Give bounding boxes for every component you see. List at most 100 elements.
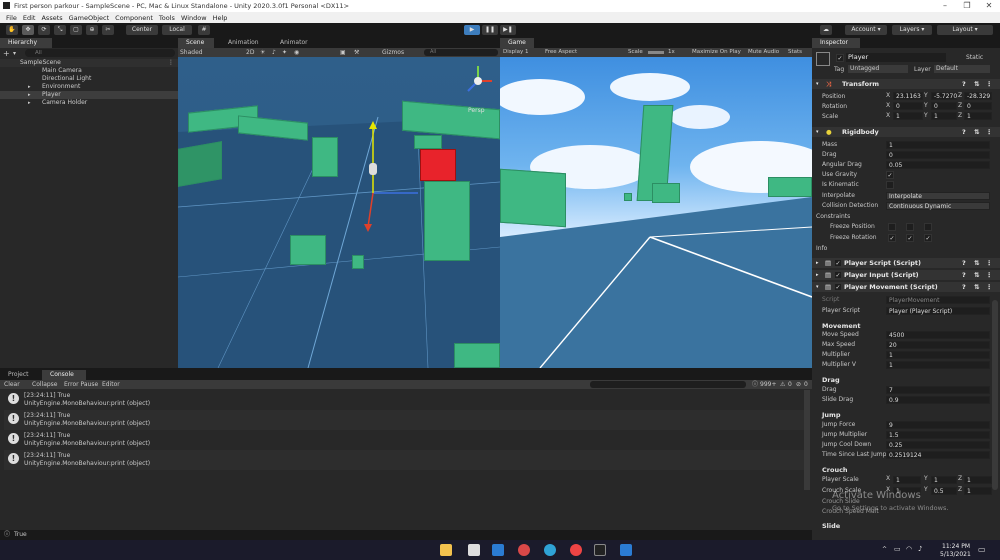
pivot-local-button[interactable]: Local	[162, 25, 192, 35]
dropdown-icon[interactable]: ▾	[13, 50, 16, 57]
add-icon[interactable]: +	[3, 49, 10, 58]
collapse-arrow-icon[interactable]: ▾	[816, 79, 819, 89]
vscode-icon[interactable]	[620, 544, 632, 556]
log-count-icon[interactable]: ⓘ	[752, 380, 758, 389]
selected-red-block[interactable]	[420, 149, 456, 181]
tab-console[interactable]: Console	[42, 370, 86, 380]
scene-viewport[interactable]: Persp	[178, 57, 500, 368]
component-header-player-script[interactable]: ▸ ▤ ✓ Player Script (Script) ? ⇅ ⋮	[812, 258, 1000, 268]
account-dropdown[interactable]: Account ▾	[845, 25, 887, 35]
component-enabled-checkbox[interactable]: ✓	[834, 271, 842, 279]
active-checkbox[interactable]: ✓	[836, 54, 844, 62]
collision-dropdown[interactable]: Continuous Dynamic	[886, 202, 990, 210]
player-scale-z-field[interactable]: 1	[964, 476, 992, 484]
tab-animation[interactable]: Animation	[220, 38, 266, 48]
component-enabled-checkbox[interactable]: ✓	[834, 283, 842, 291]
help-icon[interactable]: ?	[962, 270, 966, 280]
position-x-field[interactable]: 23.1163	[893, 92, 923, 100]
console-log-entry[interactable]: ! [23:24:11] True UnityEngine.MonoBehavi…	[4, 390, 804, 410]
freeze-pos-z-checkbox[interactable]	[924, 223, 932, 231]
unity-hub-icon[interactable]	[594, 544, 606, 556]
jump-force-field[interactable]: 9	[886, 421, 990, 429]
pause-button[interactable]: ❚❚	[482, 25, 498, 35]
component-header-player-input[interactable]: ▸ ▤ ✓ Player Input (Script) ? ⇅ ⋮	[812, 270, 1000, 280]
jump-cooldown-field[interactable]: 0.25	[886, 441, 990, 449]
console-scrollbar[interactable]	[804, 390, 810, 490]
use-gravity-checkbox[interactable]: ✓	[886, 171, 894, 179]
scale-y-field[interactable]: 1	[931, 112, 957, 120]
multiplier-v-field[interactable]: 1	[886, 361, 990, 369]
collab-icon[interactable]: ☁	[820, 25, 832, 35]
volume-icon[interactable]: ♪	[918, 545, 922, 553]
grid-snap-icon[interactable]: #	[198, 25, 210, 35]
player-scale-x-field[interactable]: 1	[893, 476, 921, 484]
slide-drag-field[interactable]: 0.9	[886, 396, 990, 404]
mass-field[interactable]: 1	[886, 141, 990, 149]
menu-window[interactable]: Window	[181, 14, 207, 22]
camera-icon[interactable]: ▣	[340, 49, 346, 56]
menu-gameobject[interactable]: GameObject	[69, 14, 110, 22]
game-viewport[interactable]	[500, 57, 812, 368]
expand-arrow-icon[interactable]: ▸	[28, 91, 31, 99]
preset-icon[interactable]: ⇅	[974, 270, 979, 280]
browser-icon[interactable]	[518, 544, 530, 556]
crouch-scale-z-field[interactable]: 1	[964, 487, 992, 495]
tab-project[interactable]: Project	[0, 370, 40, 380]
help-icon[interactable]: ?	[962, 79, 966, 89]
hierarchy-search-input[interactable]: All	[25, 49, 175, 57]
tab-game[interactable]: Game	[500, 38, 534, 48]
rigidbody-header[interactable]: ▾ ● Rigidbody ? ⇅ ⋮	[812, 127, 1000, 137]
static-dropdown[interactable]: Static	[966, 54, 983, 61]
mv-drag-field[interactable]: 7	[886, 386, 990, 394]
drag-field[interactable]: 0	[886, 151, 990, 159]
audio-icon[interactable]: ♪	[272, 49, 276, 56]
tray-chevron-icon[interactable]: ^	[882, 546, 887, 553]
collapse-button[interactable]: Collapse	[32, 380, 58, 389]
network-icon[interactable]: ▭	[894, 545, 901, 553]
hierarchy-item[interactable]: Directional Light	[0, 75, 178, 83]
gizmos-dropdown[interactable]: Gizmos	[382, 49, 404, 56]
hierarchy-item-selected[interactable]: ▸ Player	[0, 91, 178, 99]
player-scale-y-field[interactable]: 1	[931, 476, 957, 484]
rotation-y-field[interactable]: 0	[931, 102, 957, 110]
transform-tool-icon[interactable]: ⊕	[86, 25, 98, 35]
position-z-field[interactable]: -28.329	[964, 92, 992, 100]
component-menu-icon[interactable]: ⋮	[986, 270, 993, 280]
expand-arrow-icon[interactable]: ▸	[28, 83, 31, 91]
error-pause-button[interactable]: Error Pause	[64, 380, 98, 389]
minimize-icon[interactable]: –	[934, 0, 956, 12]
scale-slider[interactable]	[648, 51, 664, 54]
is-kinematic-checkbox[interactable]	[886, 181, 894, 189]
play-button[interactable]: ▶	[464, 25, 480, 35]
menu-tools[interactable]: Tools	[159, 14, 175, 22]
chrome-icon[interactable]	[570, 544, 582, 556]
effects-icon[interactable]: ✦	[282, 49, 287, 56]
crouch-scale-y-field[interactable]: 0.5	[931, 487, 957, 495]
menu-help[interactable]: Help	[213, 14, 228, 22]
position-y-field[interactable]: -5.7270	[931, 92, 957, 100]
collapse-arrow-icon[interactable]: ▾	[816, 127, 819, 137]
hierarchy-item[interactable]: ▸ Environment	[0, 83, 178, 91]
component-menu-icon[interactable]: ⋮	[986, 258, 993, 268]
clear-button[interactable]: Clear	[4, 380, 20, 389]
tab-scene[interactable]: Scene	[178, 38, 214, 48]
scale-tool-icon[interactable]: ⤡	[54, 25, 66, 35]
inspector-scrollbar[interactable]	[992, 300, 998, 490]
preset-icon[interactable]: ⇅	[974, 127, 979, 137]
rect-tool-icon[interactable]: ▢	[70, 25, 82, 35]
scene-search-input[interactable]: All	[424, 49, 498, 56]
notifications-icon[interactable]: ▭	[978, 545, 986, 554]
transform-header[interactable]: ▾ ⤨ Transform ? ⇅ ⋮	[812, 79, 1000, 89]
multiplier-field[interactable]: 1	[886, 351, 990, 359]
freeze-pos-x-checkbox[interactable]	[888, 223, 896, 231]
maximize-icon[interactable]: ❐	[956, 0, 978, 12]
preset-icon[interactable]: ⇅	[974, 258, 979, 268]
wifi-icon[interactable]: ◠	[906, 545, 912, 553]
menu-component[interactable]: Component	[115, 14, 153, 22]
preset-icon[interactable]: ⇅	[974, 79, 979, 89]
layer-dropdown[interactable]: Default	[934, 65, 990, 73]
max-speed-field[interactable]: 20	[886, 341, 990, 349]
layout-dropdown[interactable]: Layout ▾	[937, 25, 993, 35]
menu-file[interactable]: File	[6, 14, 17, 22]
player-capsule[interactable]	[369, 163, 377, 175]
